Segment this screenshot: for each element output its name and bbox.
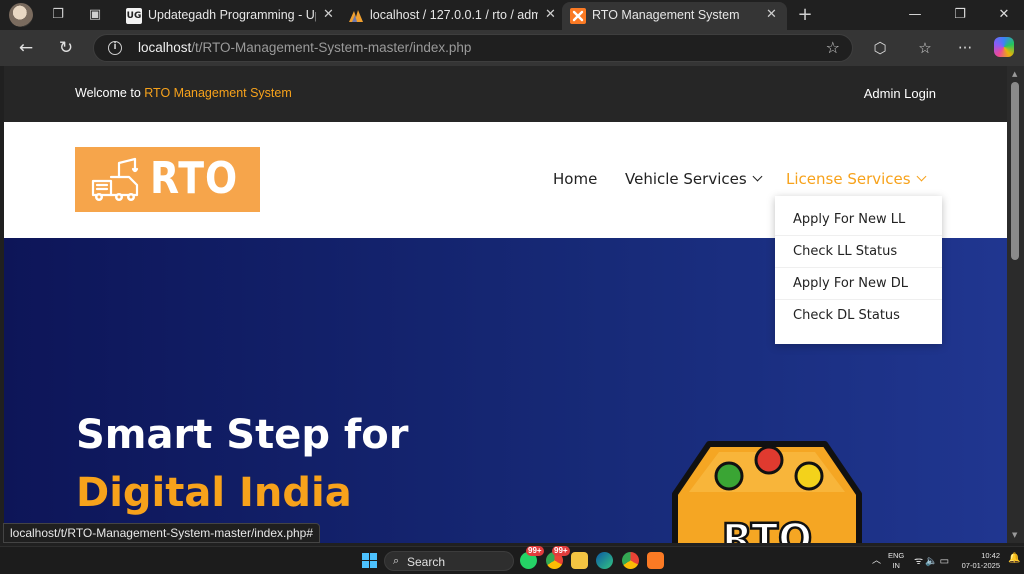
menu-item-apply-new-ll[interactable]: Apply For New LL [775,204,942,236]
tab-strip: ❐ ▣ UG Updategadh Programming - Upd ✕ lo… [0,0,1024,30]
file-explorer-icon[interactable] [571,552,588,569]
chevron-down-icon [916,171,927,182]
tray-status-icons[interactable]: ᯤ🔈▭ [914,553,951,567]
favorite-star-icon[interactable]: ☆ [826,38,840,57]
link-status-url: localhost/t/RTO-Management-System-master… [3,523,321,543]
address-bar[interactable]: i localhost/t/RTO-Management-System-mast… [93,34,853,62]
nav-license-services[interactable]: License Services [786,170,927,188]
url-text: localhost/t/RTO-Management-System-master… [138,40,471,55]
tab-title: RTO Management System [592,8,740,22]
notification-bell-icon[interactable]: 🔔 [1008,553,1020,564]
nav-vehicle-services[interactable]: Vehicle Services [625,170,763,188]
hero-heading-line1: Smart Step for [76,412,409,458]
profile-avatar[interactable] [9,3,33,27]
tab-rto-active[interactable]: RTO Management System ✕ [562,2,787,30]
tab-updategadh[interactable]: UG Updategadh Programming - Upd ✕ [118,2,340,30]
site-info-icon[interactable]: i [108,41,122,55]
chevron-down-icon [752,171,763,182]
nav-home[interactable]: Home [553,170,597,188]
license-services-dropdown: Apply For New LL Check LL Status Apply F… [775,196,942,344]
close-tab-icon[interactable]: ✕ [766,7,777,22]
logo-text: RTO [150,153,239,204]
url-path: /t/RTO-Management-System-master/index.ph… [191,40,472,55]
clock-time: 10:42 [981,551,1000,560]
welcome-brand: RTO Management System [144,86,292,100]
edge-icon[interactable] [596,552,613,569]
windows-taskbar: ⌕ Search 99+ 99+ ︿ ENG IN ᯤ🔈▭ 10:42 07-01-… [0,546,1024,574]
scrollbar-thumb[interactable] [1011,82,1019,260]
workspaces-icon[interactable]: ❐ [45,4,71,26]
chrome-badge: 99+ [552,546,570,556]
windows-start-icon[interactable] [362,553,377,568]
close-tab-icon[interactable]: ✕ [545,7,556,22]
search-icon: ⌕ [393,554,400,567]
taskbar-search[interactable]: ⌕ Search [384,551,514,571]
search-label: Search [407,555,446,569]
restore-icon[interactable]: ❐ [945,4,975,26]
refresh-icon[interactable]: ↻ [54,37,78,59]
browser-toolbar: ← ↻ i localhost/t/RTO-Management-System-… [0,30,1024,66]
chrome-icon[interactable]: 99+ [546,546,570,569]
lang-line1: ENG [888,551,905,560]
whatsapp-badge: 99+ [526,546,544,556]
language-indicator[interactable]: ENG IN [888,551,904,571]
new-tab-button[interactable]: + [792,4,818,26]
favicon-updategadh-icon: UG [126,8,142,24]
tab-title: Updategadh Programming - Upd [148,8,316,22]
xampp-icon [570,8,586,24]
lang-line2: IN [892,561,900,570]
page-scrollbar[interactable]: ▲ ▼ [1007,66,1024,543]
traffic-light-badge-image: RTO [672,441,862,543]
menu-item-apply-new-dl[interactable]: Apply For New DL [775,268,942,300]
phpmyadmin-icon [348,8,364,24]
clock[interactable]: 10:42 07-01-2025 [960,551,1000,571]
page-viewport: Welcome to RTO Management System Admin L… [4,66,1007,543]
more-menu-icon[interactable]: ··· [954,38,976,58]
close-window-icon[interactable]: ✕ [989,4,1019,26]
nav-license-services-label: License Services [786,170,911,188]
menu-item-check-dl-status[interactable]: Check DL Status [775,300,942,332]
copilot-icon[interactable] [994,37,1014,57]
whatsapp-icon[interactable]: 99+ [520,546,544,569]
chrome-profile-icon[interactable] [622,552,639,569]
minimize-icon[interactable]: — [900,4,930,26]
site-logo[interactable]: RTO [75,147,260,212]
top-info-bar: Welcome to RTO Management System Admin L… [4,66,1007,122]
hero-heading-line2: Digital India [76,470,352,516]
tab-phpmyadmin[interactable]: localhost / 127.0.0.1 / rto / admin ✕ [340,2,562,30]
close-tab-icon[interactable]: ✕ [323,7,334,22]
menu-item-check-ll-status[interactable]: Check LL Status [775,236,942,268]
tray-overflow-icon[interactable]: ︿ [872,553,881,566]
favorites-icon[interactable]: ☆ [914,38,936,58]
url-host: localhost [138,40,192,55]
scroll-down-icon[interactable]: ▼ [1012,531,1017,539]
xampp-taskbar-icon[interactable] [647,552,664,569]
tab-actions-icon[interactable]: ▣ [82,4,108,26]
badge-text: RTO [722,516,812,543]
back-icon[interactable]: ← [14,37,38,59]
welcome-prefix: Welcome to [75,86,145,100]
welcome-text: Welcome to RTO Management System [75,86,292,100]
tab-title: localhost / 127.0.0.1 / rto / admin [370,8,538,22]
admin-login-link[interactable]: Admin Login [864,86,936,101]
tow-truck-icon [91,157,139,201]
clock-date: 07-01-2025 [961,561,1000,570]
scroll-up-icon[interactable]: ▲ [1012,70,1017,78]
extensions-icon[interactable]: ⬡ [869,38,891,58]
nav-vehicle-services-label: Vehicle Services [625,170,747,188]
